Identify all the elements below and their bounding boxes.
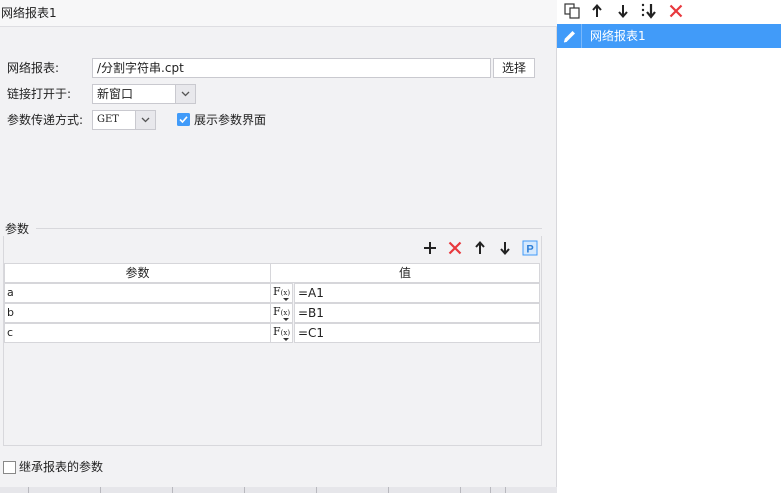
- panel-title: 网络报表1: [0, 0, 557, 27]
- move-bottom-icon[interactable]: [640, 2, 658, 20]
- bottom-scroll-strip: [0, 487, 557, 493]
- table-row: c F(x) =C1: [4, 323, 540, 343]
- inherit-params-label: 继承报表的参数: [19, 460, 104, 474]
- show-param-ui-label: 展示参数界面: [194, 113, 267, 127]
- open-in-select[interactable]: 新窗口: [92, 84, 196, 104]
- formula-icon[interactable]: F(x): [271, 323, 293, 343]
- edit-icon[interactable]: [561, 28, 578, 45]
- table-row: b F(x) =B1: [4, 303, 540, 323]
- add-icon[interactable]: [421, 239, 439, 257]
- param-value-cell[interactable]: =C1: [294, 323, 540, 343]
- formula-icon[interactable]: F(x): [271, 283, 293, 303]
- copy-icon[interactable]: [563, 2, 581, 20]
- move-up-icon[interactable]: [588, 2, 606, 20]
- delete-icon[interactable]: [667, 2, 685, 20]
- report-label: 网络报表:: [7, 61, 60, 75]
- param-value-cell[interactable]: =B1: [294, 303, 540, 323]
- open-in-label: 链接打开于:: [7, 87, 72, 101]
- report-path-field[interactable]: /分割字符串.cpt: [92, 58, 491, 78]
- link-list-panel: 网络报表1: [557, 0, 781, 493]
- params-group-title: 参数: [5, 222, 30, 236]
- list-toolbar: [557, 0, 781, 22]
- param-name-cell[interactable]: a: [4, 283, 271, 303]
- param-name-cell[interactable]: c: [4, 323, 271, 343]
- param-name-cell[interactable]: b: [4, 303, 271, 323]
- delete-icon[interactable]: [446, 239, 464, 257]
- chevron-down-icon[interactable]: [136, 110, 156, 130]
- list-item-label: 网络报表1: [590, 29, 646, 43]
- method-value: GET: [92, 110, 136, 130]
- group-divider: [36, 228, 542, 229]
- param-value-cell[interactable]: =A1: [294, 283, 540, 303]
- divider: [581, 24, 582, 48]
- move-up-icon[interactable]: [471, 239, 489, 257]
- select-button[interactable]: 选择: [493, 58, 535, 78]
- column-header-name: 参数: [4, 263, 271, 283]
- list-item[interactable]: 网络报表1: [557, 24, 781, 48]
- column-header-value: 值: [271, 263, 540, 283]
- inherit-params-checkbox[interactable]: [3, 461, 16, 474]
- open-in-value: 新窗口: [92, 84, 176, 104]
- show-param-ui-checkbox[interactable]: [177, 113, 190, 126]
- param-p-icon[interactable]: P: [521, 239, 539, 257]
- method-label: 参数传递方式:: [7, 113, 84, 127]
- table-row: a F(x) =A1: [4, 283, 540, 303]
- move-down-icon[interactable]: [614, 2, 632, 20]
- formula-icon[interactable]: F(x): [271, 303, 293, 323]
- chevron-down-icon[interactable]: [176, 84, 196, 104]
- move-down-icon[interactable]: [496, 239, 514, 257]
- svg-text:P: P: [526, 244, 533, 256]
- method-select[interactable]: GET: [92, 110, 156, 130]
- report-link-editor: 网络报表1 网络报表: /分割字符串.cpt 选择 链接打开于: 新窗口 参数传…: [0, 0, 557, 493]
